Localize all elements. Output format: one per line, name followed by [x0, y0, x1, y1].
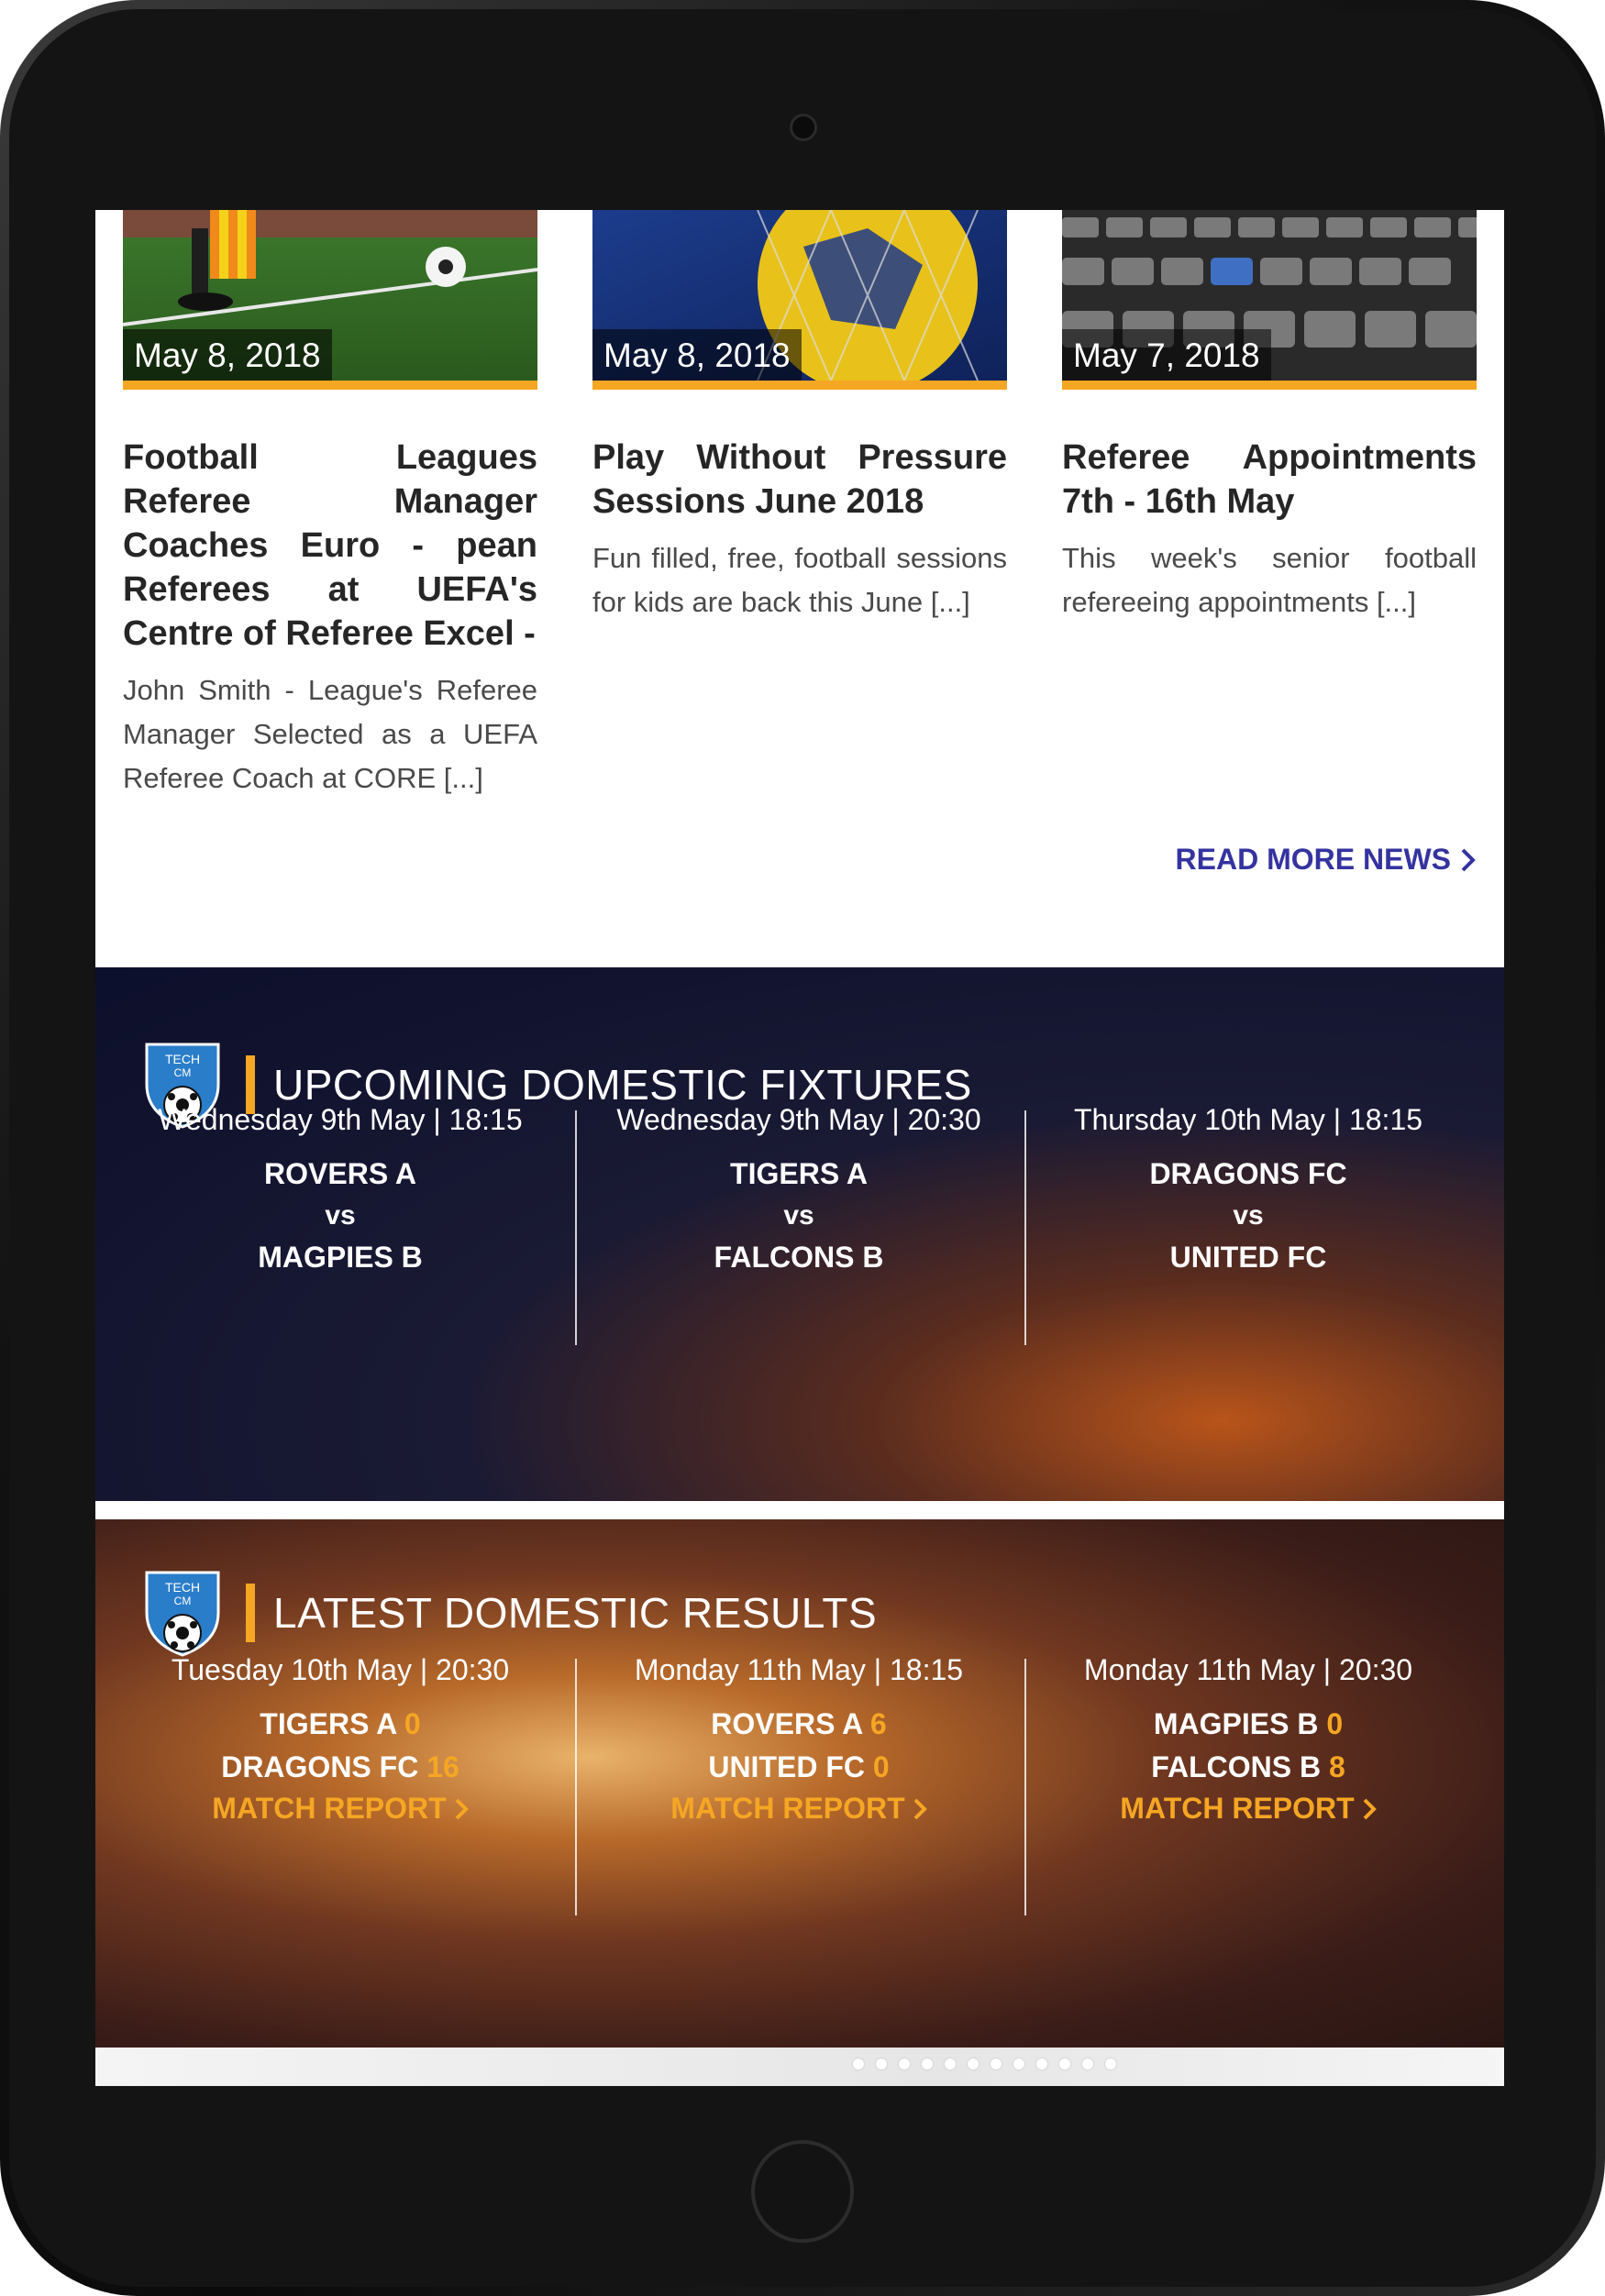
news-title[interactable]: Play Without Pressure Sessions June 2018 [592, 436, 1007, 524]
result-card[interactable]: Tuesday 10th May | 20:30 TIGERS A 0 DRAG… [125, 1653, 556, 1826]
fixture-datetime: Wednesday 9th May | 18:15 [158, 1103, 523, 1136]
read-more-label: READ MORE NEWS [1175, 843, 1451, 876]
footer-strip [95, 2048, 1504, 2086]
news-thumbnail[interactable]: May 8, 2018 [123, 210, 537, 390]
home-team: TIGERS A [260, 1707, 397, 1740]
result-card[interactable]: Monday 11th May | 20:30 MAGPIES B 0 FALC… [1033, 1653, 1464, 1826]
home-team: MAGPIES B [1153, 1707, 1319, 1740]
result-datetime: Monday 11th May | 18:15 [634, 1653, 964, 1686]
away-team: UNITED FC [1169, 1241, 1327, 1274]
home-team: DRAGONS FC [1149, 1157, 1347, 1190]
news-date: May 8, 2018 [123, 329, 332, 381]
away-score: 16 [426, 1750, 459, 1783]
logo-text-line2: CM [174, 1066, 192, 1079]
chevron-right-icon [455, 1798, 469, 1819]
logo-text-line2: CM [174, 1595, 192, 1607]
news-date: May 7, 2018 [1062, 329, 1271, 381]
away-score: 8 [1328, 1750, 1345, 1783]
home-button[interactable] [751, 2140, 854, 2243]
news-thumbnail[interactable]: May 7, 2018 [1062, 210, 1477, 390]
fixtures-title: UPCOMING DOMESTIC FIXTURES [273, 1061, 972, 1109]
fixtures-section: TECH CM UPCOMING DOMESTIC FIXTURES Wedne… [95, 967, 1504, 1501]
news-excerpt: Fun filled, free, football sessions for … [592, 542, 1007, 618]
section-separator [95, 1501, 1504, 1519]
news-card[interactable]: May 8, 2018 Play Without Pressure Sessio… [592, 210, 1007, 618]
result-datetime: Monday 11th May | 20:30 [1083, 1653, 1413, 1686]
news-card[interactable]: May 8, 2018 Football Leagues Referee Man… [123, 210, 537, 794]
result-card[interactable]: Monday 11th May | 18:15 ROVERS A 6 UNITE… [583, 1653, 1014, 1826]
results-header: TECH CM LATEST DOMESTIC RESULTS [141, 1567, 877, 1659]
fixture-datetime: Wednesday 9th May | 20:30 [616, 1103, 981, 1136]
home-score: 0 [1326, 1707, 1344, 1740]
accent-bar [246, 1584, 255, 1642]
read-more-news-link[interactable]: READ MORE NEWS [1176, 843, 1477, 877]
result-datetime: Tuesday 10th May | 20:30 [171, 1653, 510, 1686]
shield-logo-icon: TECH CM [141, 1567, 224, 1659]
home-team: TIGERS A [730, 1157, 868, 1190]
column-divider [1024, 1110, 1026, 1345]
logo-text-line1: TECH [165, 1580, 200, 1595]
match-report-label: MATCH REPORT [670, 1792, 905, 1825]
chevron-right-icon [913, 1798, 927, 1819]
match-report-label: MATCH REPORT [1120, 1792, 1355, 1825]
fixture-card[interactable]: Wednesday 9th May | 20:30 TIGERS A vs FA… [583, 1103, 1014, 1275]
match-report-link[interactable]: MATCH REPORT [670, 1792, 927, 1826]
vs-label: vs [325, 1200, 356, 1231]
news-card[interactable]: May 7, 2018 Referee Appointments 7th - 1… [1062, 210, 1477, 618]
home-team: ROVERS A [264, 1157, 416, 1190]
column-divider [1024, 1659, 1026, 1915]
news-section: May 8, 2018 Football Leagues Referee Man… [95, 210, 1504, 967]
logo-text-line1: TECH [165, 1052, 200, 1066]
away-team: MAGPIES B [258, 1241, 423, 1274]
screen: May 8, 2018 Football Leagues Referee Man… [95, 210, 1504, 2086]
match-report-link[interactable]: MATCH REPORT [212, 1792, 469, 1826]
fixture-card[interactable]: Wednesday 9th May | 18:15 ROVERS A vs MA… [125, 1103, 556, 1275]
away-team: DRAGONS FC [221, 1750, 419, 1783]
match-report-label: MATCH REPORT [212, 1792, 447, 1825]
news-title[interactable]: Referee Appointments 7th - 16th May [1062, 436, 1477, 524]
chevron-right-icon [1363, 1798, 1377, 1819]
news-excerpt: John Smith - League's Referee Manager Se… [123, 674, 537, 794]
fixture-card[interactable]: Thursday 10th May | 18:15 DRAGONS FC vs … [1033, 1103, 1464, 1275]
news-date: May 8, 2018 [592, 329, 802, 381]
home-score: 6 [869, 1707, 887, 1740]
decorative-dots [853, 2059, 1116, 2070]
tablet-frame: May 8, 2018 Football Leagues Referee Man… [0, 0, 1605, 2296]
fixture-datetime: Thursday 10th May | 18:15 [1073, 1103, 1423, 1136]
column-divider [575, 1110, 577, 1345]
news-title[interactable]: Football Leagues Referee Manager Coaches… [123, 436, 537, 656]
column-divider [575, 1659, 577, 1915]
match-report-link[interactable]: MATCH REPORT [1120, 1792, 1377, 1826]
news-thumbnail[interactable]: May 8, 2018 [592, 210, 1007, 390]
away-team: FALCONS B [714, 1241, 884, 1274]
vs-label: vs [783, 1200, 814, 1231]
camera-icon [790, 114, 817, 141]
away-score: 0 [872, 1750, 890, 1783]
home-score: 0 [404, 1707, 421, 1740]
home-team: ROVERS A [711, 1707, 863, 1740]
away-team: FALCONS B [1151, 1750, 1322, 1783]
results-title: LATEST DOMESTIC RESULTS [273, 1589, 878, 1637]
chevron-right-icon [1461, 848, 1476, 871]
results-section: TECH CM LATEST DOMESTIC RESULTS Tuesday … [95, 1519, 1504, 2048]
vs-label: vs [1233, 1200, 1264, 1231]
away-team: UNITED FC [708, 1750, 865, 1783]
news-excerpt: This week's senior football refereeing a… [1062, 542, 1477, 618]
